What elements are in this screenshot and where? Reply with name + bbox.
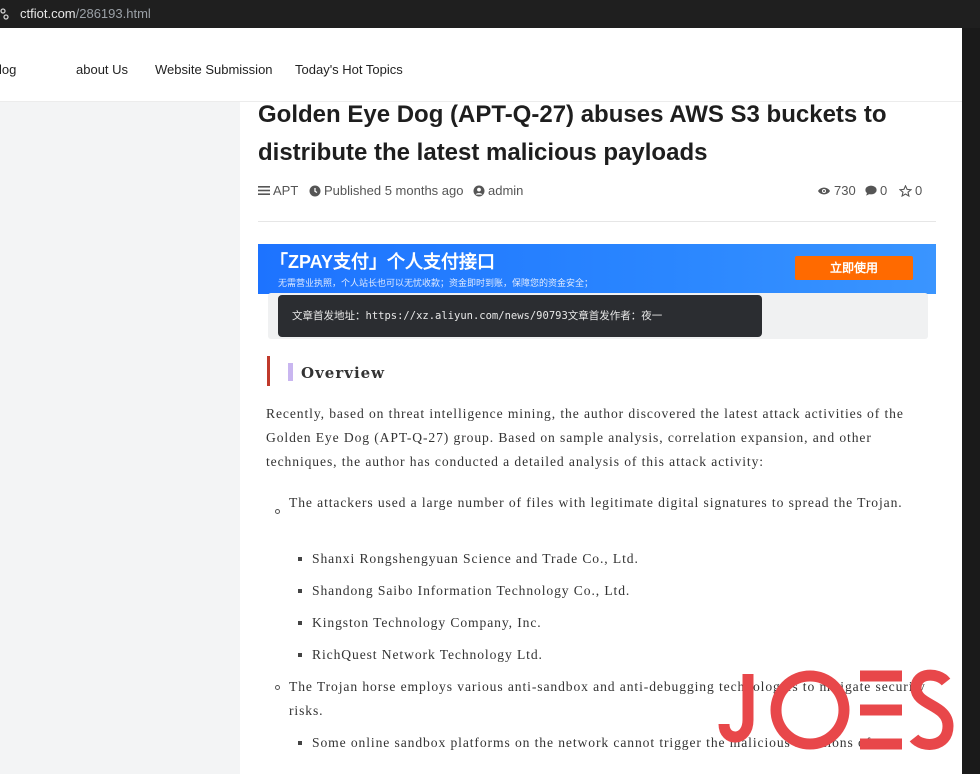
- meta-views: 730: [817, 183, 856, 198]
- article-title: Golden Eye Dog (APT-Q-27) abuses AWS S3 …: [258, 102, 887, 166]
- author-label: admin: [488, 183, 524, 198]
- intro-paragraph: Recently, based on threat intelligence m…: [266, 406, 904, 469]
- list-item: The attackers used a large number of fil…: [289, 495, 903, 510]
- sublist-item: Kingston Technology Company, Inc.: [312, 615, 542, 630]
- published-label: Published 5 months ago: [324, 183, 464, 198]
- comments-count: 0: [880, 183, 888, 198]
- clock-icon: [309, 185, 321, 196]
- sublist-item: Shandong Saibo Information Technology Co…: [312, 583, 631, 598]
- section-heading: Overview: [301, 364, 386, 382]
- views-count: 730: [834, 183, 856, 198]
- list-bullet: [275, 685, 280, 690]
- ad-use-now-button[interactable]: 立即使用: [795, 256, 913, 280]
- list-bullet: [275, 509, 280, 514]
- sublist-bullet: [298, 621, 302, 625]
- star-icon: [899, 184, 912, 197]
- list-icon: [258, 186, 270, 195]
- meta-divider: [258, 221, 936, 222]
- joes-watermark-logo: [718, 669, 954, 750]
- user-icon: [473, 185, 485, 196]
- browser-address-bar[interactable]: ctfiot.com/286193.html: [0, 0, 980, 28]
- nav-item-website-submission[interactable]: Website Submission: [155, 62, 273, 77]
- meta-category[interactable]: APT: [258, 183, 298, 198]
- site-navigation: log about Us Website Submission Today's …: [0, 36, 962, 102]
- heading-marker: [288, 363, 293, 381]
- favorites-count: 0: [915, 183, 923, 198]
- source-notice: 文章首发地址：https://xz.aliyun.com/news/90793文…: [278, 295, 762, 337]
- sublist-bullet: [298, 589, 302, 593]
- nav-item-blog[interactable]: log: [0, 62, 16, 77]
- ad-title: 「ZPAY支付」个人支付接口: [270, 252, 496, 272]
- site-settings-icon[interactable]: [0, 8, 10, 20]
- category-label: APT: [273, 183, 299, 198]
- ad-subtitle: 无需营业执照，个人站长也可以无忧收款；资金即时到账，保障您的资金安全；: [278, 278, 594, 288]
- sublist-bullet: [298, 557, 302, 561]
- sublist-bullet: [298, 653, 302, 657]
- eye-icon: [818, 187, 830, 194]
- window-edge: [962, 28, 980, 774]
- comment-icon: [865, 185, 877, 196]
- section-accent-bar: [267, 356, 270, 386]
- nav-item-hot-topics[interactable]: Today's Hot Topics: [295, 62, 403, 77]
- meta-comments[interactable]: 0: [865, 183, 887, 198]
- notice-container: 文章首发地址：https://xz.aliyun.com/news/90793文…: [268, 293, 928, 339]
- sublist-bullet: [298, 741, 302, 745]
- url-path: /286193.html: [75, 6, 151, 21]
- meta-author[interactable]: admin: [473, 183, 523, 198]
- url-domain: ctfiot.com: [20, 6, 76, 21]
- url-text[interactable]: ctfiot.com/286193.html: [20, 6, 151, 21]
- meta-favorites[interactable]: 0: [899, 183, 922, 198]
- meta-published: Published 5 months ago: [309, 183, 463, 198]
- sublist-item: RichQuest Network Technology Ltd.: [312, 647, 543, 662]
- sublist-item: Shanxi Rongshengyuan Science and Trade C…: [312, 551, 639, 566]
- nav-item-about-us[interactable]: about Us: [76, 62, 128, 77]
- zpay-ad-banner[interactable]: 「ZPAY支付」个人支付接口 无需营业执照，个人站长也可以无忧收款；资金即时到账…: [258, 244, 936, 294]
